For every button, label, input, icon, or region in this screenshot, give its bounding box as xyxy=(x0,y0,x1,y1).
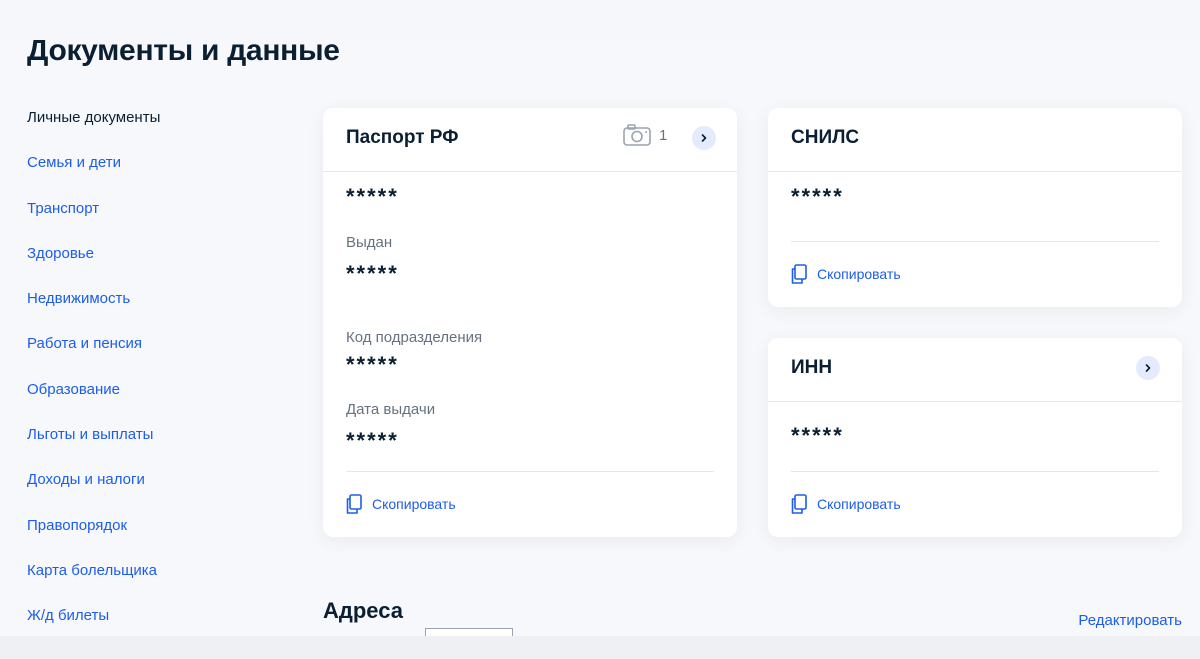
chevron-right-icon xyxy=(1145,364,1151,372)
passport-photos[interactable]: 1 xyxy=(623,124,667,146)
inn-open-button[interactable] xyxy=(1136,356,1160,380)
addresses-edit-link[interactable]: Редактировать xyxy=(1078,612,1182,629)
issue-date-value: ***** xyxy=(346,428,399,453)
sidebar-item-realty[interactable]: Недвижимость xyxy=(27,289,297,334)
sidebar-item-family[interactable]: Семья и дети xyxy=(27,153,297,198)
inn-copy-label: Скопировать xyxy=(817,496,901,512)
passport-number: ***** xyxy=(346,184,399,209)
snils-divider xyxy=(791,241,1159,242)
sidebar-item-transport[interactable]: Транспорт xyxy=(27,199,297,244)
snils-number: ***** xyxy=(791,184,844,209)
issued-label: Выдан xyxy=(346,234,393,251)
copy-icon xyxy=(791,494,807,514)
inn-number: ***** xyxy=(791,423,844,448)
snils-copy-label: Скопировать xyxy=(817,266,901,282)
sidebar-item-train-tickets[interactable]: Ж/д билеты xyxy=(27,606,297,636)
sidebar-item-personal-documents[interactable]: Личные документы xyxy=(27,108,297,153)
passport-divider xyxy=(346,471,714,472)
dept-code-value: ***** xyxy=(346,352,399,377)
passport-card: Паспорт РФ 1 ***** Выдан ***** Код подра… xyxy=(323,108,737,537)
inn-copy-button[interactable]: Скопировать xyxy=(790,494,901,514)
camera-icon xyxy=(623,124,651,146)
top-bar xyxy=(0,0,1200,40)
passport-card-header: Паспорт РФ 1 xyxy=(323,108,737,172)
bottom-bar xyxy=(0,636,1200,659)
page-title: Документы и данные xyxy=(27,40,340,67)
sidebar-item-income-taxes[interactable]: Доходы и налоги xyxy=(27,470,297,515)
sidebar-item-benefits[interactable]: Льготы и выплаты xyxy=(27,425,297,470)
issued-value: ***** xyxy=(346,261,399,286)
sidebar: Личные документы Семья и дети Транспорт … xyxy=(27,108,297,636)
photo-count-value: 1 xyxy=(659,126,668,144)
passport-copy-label: Скопировать xyxy=(372,496,456,512)
inn-divider xyxy=(791,471,1159,472)
chevron-right-icon xyxy=(701,134,707,142)
snils-card: СНИЛС ***** Скопировать xyxy=(768,108,1182,307)
addresses-title: Адреса xyxy=(323,598,403,623)
sidebar-item-law[interactable]: Правопорядок xyxy=(27,516,297,561)
tooltip-box xyxy=(425,628,513,636)
issue-date-label: Дата выдачи xyxy=(346,401,436,418)
snils-title: СНИЛС xyxy=(791,127,860,148)
inn-card: ИНН ***** Скопировать xyxy=(768,338,1182,537)
sidebar-item-work-pension[interactable]: Работа и пенсия xyxy=(27,334,297,379)
dept-code-label: Код подразделения xyxy=(346,329,483,346)
passport-copy-button[interactable]: Скопировать xyxy=(345,494,456,514)
documents-page: Документы и данные Личные документы Семь… xyxy=(0,40,1200,636)
inn-title: ИНН xyxy=(791,357,833,378)
sidebar-item-education[interactable]: Образование xyxy=(27,380,297,425)
sidebar-item-fan-card[interactable]: Карта болельщика xyxy=(27,561,297,606)
snils-card-header: СНИЛС xyxy=(768,108,1182,172)
inn-card-header: ИНН xyxy=(768,338,1182,402)
copy-icon xyxy=(346,494,362,514)
snils-copy-button[interactable]: Скопировать xyxy=(790,264,901,284)
passport-title: Паспорт РФ xyxy=(346,127,459,148)
sidebar-item-health[interactable]: Здоровье xyxy=(27,244,297,289)
passport-open-button[interactable] xyxy=(692,126,716,150)
copy-icon xyxy=(791,264,807,284)
